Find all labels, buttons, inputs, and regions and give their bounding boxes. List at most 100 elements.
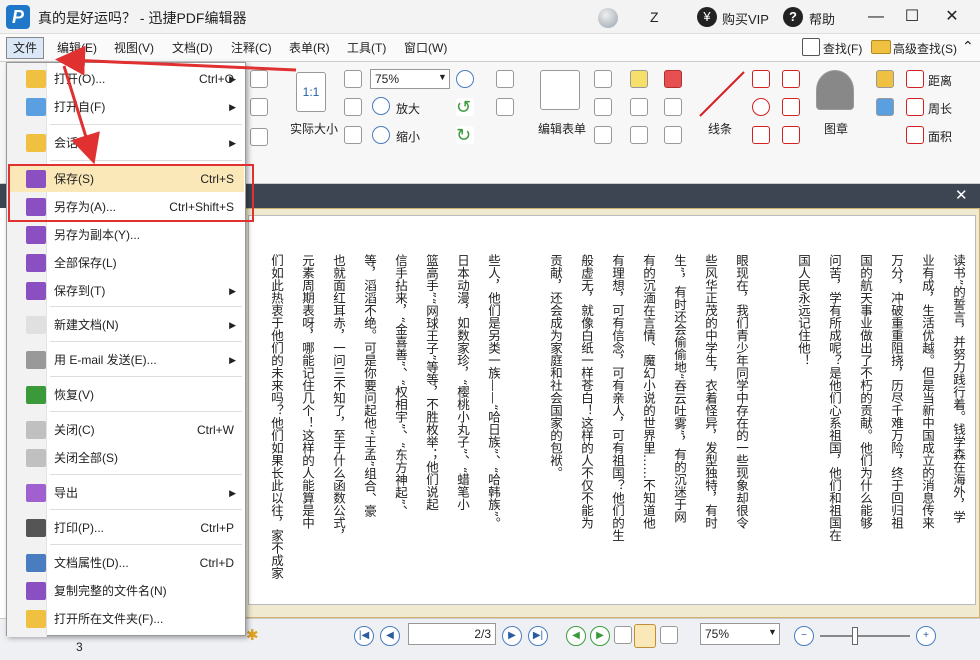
theme-moon-icon[interactable] bbox=[598, 8, 618, 28]
actual-size-icon[interactable]: 1:1 bbox=[296, 72, 326, 112]
eraser-icon[interactable] bbox=[876, 98, 894, 116]
file-menu-item[interactable]: 另存为副本(Y)... bbox=[8, 222, 246, 248]
underline-text-icon[interactable] bbox=[630, 126, 648, 144]
file-menu-item[interactable]: 保存到(T) ▶ bbox=[8, 278, 246, 304]
text-field-icon[interactable] bbox=[594, 70, 612, 88]
attach-file-icon[interactable] bbox=[664, 98, 682, 116]
cloud-tool-icon[interactable] bbox=[782, 126, 800, 144]
back-view-button[interactable]: ◀ bbox=[566, 626, 586, 646]
minimize-button[interactable]: — bbox=[864, 6, 888, 28]
text-box-icon[interactable] bbox=[594, 98, 612, 116]
rectangle-tool-icon[interactable] bbox=[752, 126, 770, 144]
menu-comment[interactable]: 注释(C) bbox=[227, 38, 276, 58]
help-button[interactable]: 帮助 bbox=[809, 9, 835, 28]
strikeout-text-icon[interactable] bbox=[630, 98, 648, 116]
line-tool-icon[interactable] bbox=[698, 70, 746, 118]
rotate-right-icon[interactable]: ↻ bbox=[456, 126, 474, 144]
file-menu-item[interactable]: 复制完整的文件名(N) bbox=[8, 578, 246, 604]
close-document-tab-icon[interactable]: ✕ bbox=[955, 186, 968, 204]
sound-icon[interactable] bbox=[664, 126, 682, 144]
ellipse-tool-icon[interactable] bbox=[752, 98, 770, 116]
arrow-tool-icon[interactable] bbox=[752, 70, 770, 88]
file-menu-item[interactable]: 打开所在文件夹(F)... bbox=[8, 606, 246, 632]
rotate-left-icon[interactable]: ↺ bbox=[456, 98, 474, 116]
polygon-tool-icon[interactable] bbox=[782, 98, 800, 116]
file-menu-item[interactable]: 关闭全部(S) bbox=[8, 445, 246, 471]
area-icon[interactable] bbox=[906, 126, 924, 144]
distance-button[interactable]: 距离 bbox=[928, 72, 952, 89]
perimeter-button[interactable]: 周长 bbox=[928, 100, 952, 117]
page-number-input[interactable]: 2/3 bbox=[408, 623, 496, 645]
line-button[interactable]: 线条 bbox=[708, 120, 732, 137]
zoom-slider[interactable] bbox=[820, 635, 910, 637]
advanced-find-button[interactable]: 高级查找(S) bbox=[893, 40, 957, 57]
zoom-in-button[interactable]: 放大 bbox=[396, 100, 420, 117]
first-page-button[interactable]: |◀ bbox=[354, 626, 374, 646]
chevron-down-icon[interactable]: ▼ bbox=[768, 627, 777, 637]
add-text-icon[interactable] bbox=[496, 98, 514, 116]
maximize-button[interactable]: ☐ bbox=[900, 6, 924, 28]
help-question-icon[interactable]: ? bbox=[783, 7, 803, 27]
file-menu-item[interactable]: 导出 ▶ bbox=[8, 480, 246, 506]
chevron-down-icon[interactable]: ▼ bbox=[438, 72, 447, 82]
fit-page-icon[interactable] bbox=[344, 70, 362, 88]
file-menu-item[interactable]: 文档属性(D)... Ctrl+D bbox=[8, 550, 246, 576]
actual-size-button[interactable]: 实际大小 bbox=[290, 120, 338, 137]
file-menu-item[interactable]: 会话 ▶ bbox=[8, 130, 246, 156]
pdf-page[interactable]: 读书”的誓言，并努力践行着。钱学森在海外，学 业有成，生活优越。但是当新中国成立的… bbox=[248, 215, 976, 605]
file-menu-item[interactable]: 恢复(V) bbox=[8, 382, 246, 408]
file-menu-item[interactable]: 全部保存(L) bbox=[8, 250, 246, 276]
edit-form-button[interactable]: 编辑表单 bbox=[538, 120, 586, 137]
ribbon-collapse-icon[interactable]: ⌃ bbox=[962, 38, 974, 55]
file-menu-item[interactable]: 新建文档(N) ▶ bbox=[8, 312, 246, 338]
file-menu-item[interactable]: 打开自(F) ▶ bbox=[8, 94, 246, 120]
menu-document[interactable]: 文档(D) bbox=[168, 38, 217, 58]
callout-icon[interactable] bbox=[594, 126, 612, 144]
buy-vip-button[interactable]: 购买VIP bbox=[722, 9, 769, 28]
stamp-button[interactable]: 图章 bbox=[824, 120, 848, 137]
area-button[interactable]: 面积 bbox=[928, 128, 952, 145]
perimeter-icon[interactable] bbox=[906, 98, 924, 116]
file-menu-item[interactable]: 打印(P)... Ctrl+P bbox=[8, 515, 246, 541]
zoom-slider-thumb[interactable] bbox=[852, 627, 858, 645]
distance-icon[interactable] bbox=[906, 70, 924, 88]
vip-yen-icon[interactable]: ¥ bbox=[697, 7, 717, 27]
single-page-icon[interactable] bbox=[614, 626, 632, 644]
previous-page-button[interactable]: ◀ bbox=[380, 626, 400, 646]
file-menu-item[interactable]: 打开(O)... Ctrl+O ▶ bbox=[8, 66, 246, 92]
polyline-tool-icon[interactable] bbox=[782, 70, 800, 88]
note-comment-icon[interactable] bbox=[664, 70, 682, 88]
stamp-icon[interactable] bbox=[816, 70, 854, 110]
zoom-out-button[interactable]: 缩小 bbox=[396, 128, 420, 145]
menu-window[interactable]: 窗口(W) bbox=[400, 38, 451, 58]
menu-edit[interactable]: 编辑(E) bbox=[53, 38, 101, 58]
add-image-icon[interactable] bbox=[496, 70, 514, 88]
magnifier-icon[interactable] bbox=[456, 70, 474, 88]
menu-file[interactable]: 文件 bbox=[6, 37, 44, 59]
find-button[interactable]: 查找(F) bbox=[823, 40, 862, 57]
next-page-button[interactable]: ▶ bbox=[502, 626, 522, 646]
paste-icon[interactable] bbox=[250, 98, 268, 116]
snapshot-camera-icon[interactable] bbox=[250, 70, 268, 88]
settings-gear-icon[interactable]: ✱ bbox=[246, 626, 262, 644]
zoom-out-status-button[interactable]: − bbox=[794, 626, 814, 646]
last-page-button[interactable]: ▶| bbox=[528, 626, 548, 646]
fit-width-icon[interactable] bbox=[344, 98, 362, 116]
find-icon[interactable] bbox=[802, 38, 820, 56]
highlight-text-icon[interactable] bbox=[630, 70, 648, 88]
zoom-in-icon[interactable] bbox=[372, 97, 390, 115]
continuous-page-icon[interactable] bbox=[634, 624, 656, 648]
zoom-out-icon[interactable] bbox=[372, 126, 390, 144]
user-label[interactable]: Z bbox=[650, 9, 659, 25]
zoom-in-status-button[interactable]: + bbox=[916, 626, 936, 646]
pencil-icon[interactable] bbox=[876, 70, 894, 88]
two-page-icon[interactable] bbox=[660, 626, 678, 644]
edit-form-icon[interactable] bbox=[540, 70, 580, 110]
fit-visible-icon[interactable] bbox=[344, 126, 362, 144]
select-tool-icon[interactable] bbox=[250, 128, 268, 146]
menu-tools[interactable]: 工具(T) bbox=[343, 38, 390, 58]
menu-view[interactable]: 视图(V) bbox=[110, 38, 158, 58]
close-window-button[interactable]: ✕ bbox=[940, 6, 964, 28]
file-menu-item[interactable]: 用 E-mail 发送(E)... ▶ bbox=[8, 347, 246, 373]
menu-form[interactable]: 表单(R) bbox=[285, 38, 334, 58]
